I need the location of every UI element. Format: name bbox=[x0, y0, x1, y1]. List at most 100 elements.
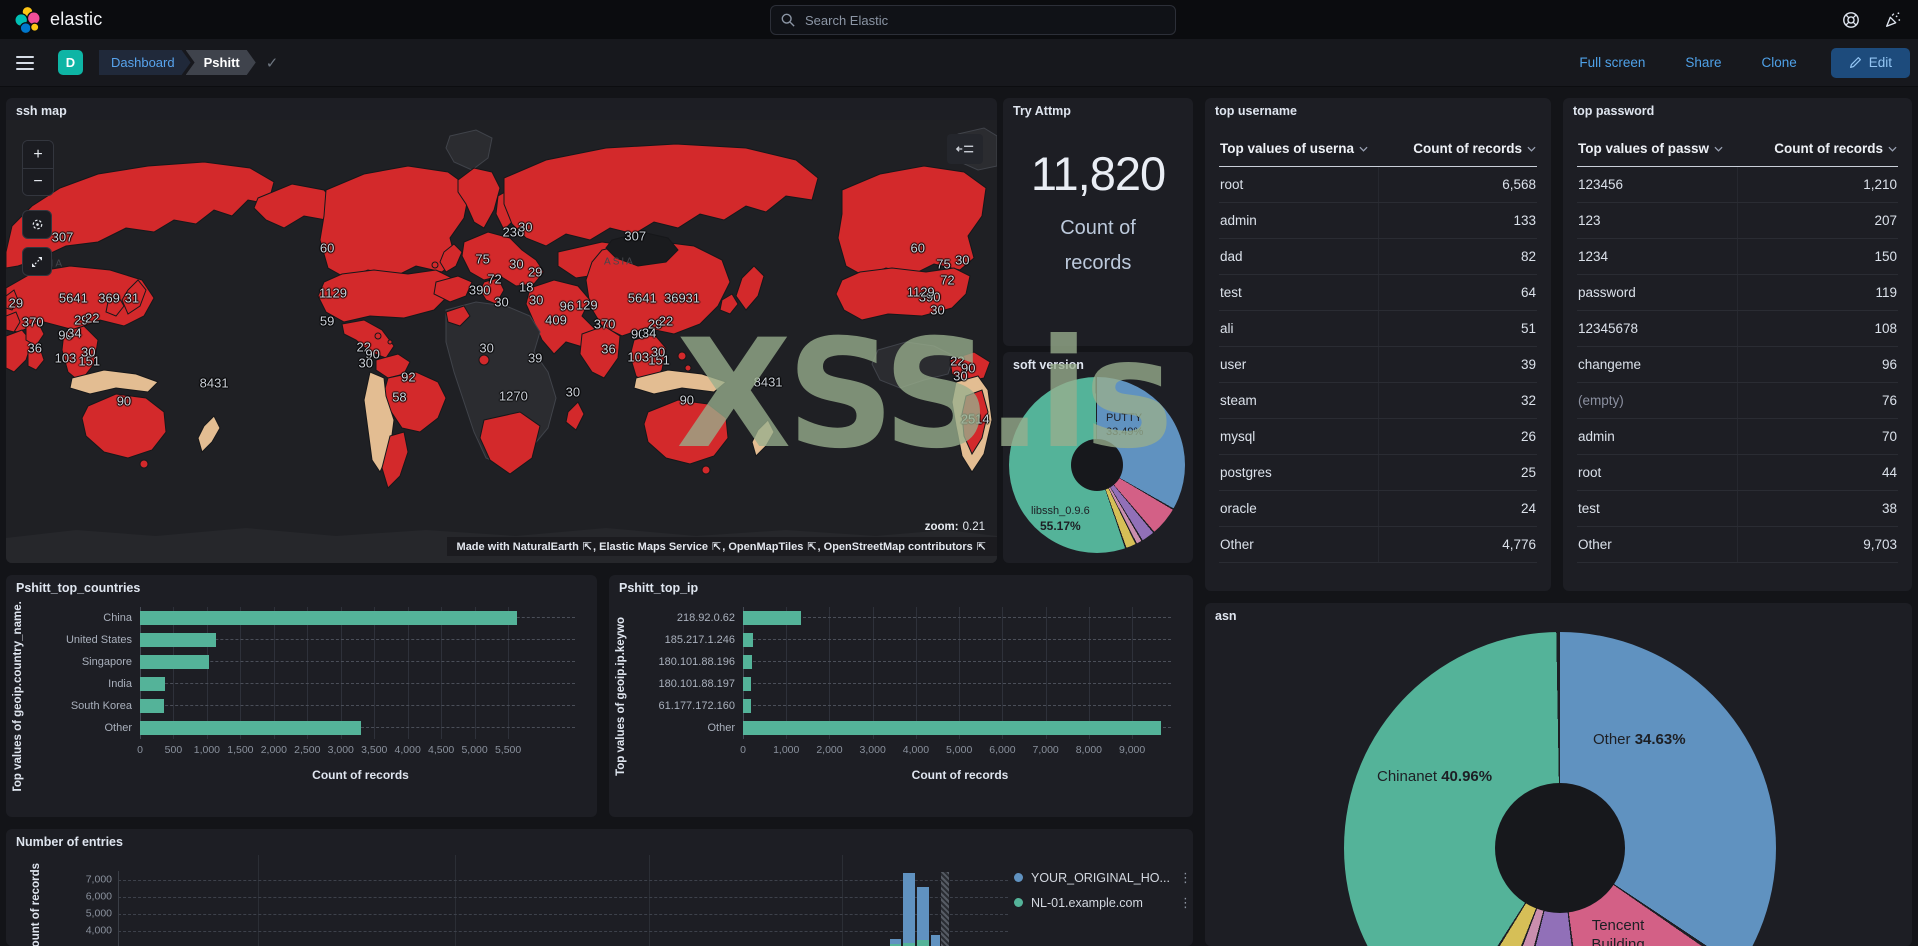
bar[interactable] bbox=[743, 611, 802, 625]
map-cluster-label[interactable]: 90 bbox=[680, 392, 694, 407]
column-header-values[interactable]: Top values of passw bbox=[1577, 130, 1738, 167]
soft-version-pie[interactable] bbox=[1009, 377, 1185, 553]
column-header-values[interactable]: Top values of userna bbox=[1219, 130, 1378, 167]
table-row[interactable]: mysql 26 bbox=[1219, 418, 1537, 455]
bar[interactable] bbox=[140, 611, 518, 625]
map-cluster-label[interactable]: 8431 bbox=[754, 374, 783, 389]
menu-icon[interactable] bbox=[16, 55, 34, 70]
table-row[interactable]: steam 32 bbox=[1219, 382, 1537, 419]
edit-button[interactable]: Edit bbox=[1830, 47, 1910, 78]
column-header-count[interactable]: Count of records bbox=[1737, 130, 1898, 167]
map-cluster-label[interactable]: 129 bbox=[576, 297, 598, 312]
bar[interactable] bbox=[140, 699, 165, 713]
map-cluster-label[interactable]: 307 bbox=[52, 229, 74, 244]
map-cluster-label[interactable]: 34 bbox=[67, 325, 81, 340]
map-cluster-label[interactable]: 5641 bbox=[59, 291, 88, 306]
time-bar[interactable] bbox=[931, 935, 940, 946]
time-bar[interactable] bbox=[890, 939, 901, 946]
map-cluster-label[interactable]: 30 bbox=[930, 303, 944, 318]
attribution-link[interactable]: OpenMapTiles bbox=[728, 541, 803, 553]
zoom-out-icon[interactable]: − bbox=[23, 168, 53, 195]
legend-item[interactable]: NL-01.example.com ⋮ bbox=[1014, 890, 1192, 915]
table-row[interactable]: user 39 bbox=[1219, 346, 1537, 383]
map-cluster-label[interactable]: 72 bbox=[940, 273, 954, 288]
map-cluster-label[interactable]: 390 bbox=[469, 283, 491, 298]
help-icon[interactable] bbox=[1842, 11, 1860, 29]
legend-menu-icon[interactable]: ⋮ bbox=[1179, 870, 1192, 886]
attribution-link[interactable]: OpenStreetMap contributors bbox=[824, 541, 973, 553]
bar[interactable] bbox=[743, 655, 752, 669]
map-cluster-label[interactable]: 58 bbox=[392, 390, 406, 405]
table-row[interactable]: Other 9,703 bbox=[1577, 526, 1898, 563]
map-cluster-label[interactable]: 1270 bbox=[499, 389, 528, 404]
map-cluster-label[interactable]: 30 bbox=[651, 344, 665, 359]
map-cluster-label[interactable]: 90 bbox=[117, 393, 131, 408]
table-row[interactable]: oracle 24 bbox=[1219, 490, 1537, 527]
asn-pie[interactable] bbox=[1344, 632, 1776, 946]
legend-item[interactable]: YOUR_ORIGINAL_HO... ⋮ bbox=[1014, 865, 1192, 890]
map-cluster-label[interactable]: 409 bbox=[545, 312, 567, 327]
table-row[interactable]: Other 4,776 bbox=[1219, 526, 1537, 563]
table-row[interactable]: root 44 bbox=[1577, 454, 1898, 491]
table-row[interactable]: ali 51 bbox=[1219, 310, 1537, 347]
map-cluster-label[interactable]: 30 bbox=[479, 340, 493, 355]
map-cluster-label[interactable]: 103 bbox=[55, 351, 77, 366]
map-cluster-label[interactable]: 39 bbox=[528, 351, 542, 366]
full-screen-button[interactable]: Full screen bbox=[1573, 54, 1651, 71]
map-cluster-label[interactable]: 34 bbox=[642, 325, 656, 340]
global-search[interactable] bbox=[770, 5, 1176, 35]
bar[interactable] bbox=[140, 633, 216, 647]
map-cluster-label[interactable]: 36 bbox=[28, 340, 42, 355]
map-cluster-label[interactable]: 31 bbox=[686, 291, 700, 306]
attribution-link[interactable]: NaturalEarth bbox=[513, 541, 579, 553]
map-cluster-label[interactable]: 370 bbox=[22, 315, 44, 330]
column-header-count[interactable]: Count of records bbox=[1378, 130, 1537, 167]
map-cluster-label[interactable]: 31 bbox=[125, 291, 139, 306]
map-cluster-label[interactable]: 59 bbox=[320, 314, 334, 329]
map-cluster-label[interactable]: 22 bbox=[85, 310, 99, 325]
map-cluster-label[interactable]: 75 bbox=[936, 257, 950, 272]
map-cluster-label[interactable]: 60 bbox=[320, 240, 334, 255]
fit-bounds-icon[interactable] bbox=[22, 247, 52, 276]
map-cluster-label[interactable]: 369 bbox=[98, 291, 120, 306]
search-input[interactable] bbox=[803, 11, 1175, 29]
map-cluster-label[interactable]: 30 bbox=[529, 293, 543, 308]
breadcrumb-current[interactable]: Pshitt bbox=[186, 50, 256, 75]
locate-icon[interactable] bbox=[22, 210, 52, 239]
table-row[interactable]: (empty) 76 bbox=[1577, 382, 1898, 419]
map-cluster-label[interactable]: 30 bbox=[494, 295, 508, 310]
bar[interactable] bbox=[140, 655, 209, 669]
table-row[interactable]: changeme 96 bbox=[1577, 346, 1898, 383]
table-row[interactable]: admin 70 bbox=[1577, 418, 1898, 455]
map-cluster-label[interactable]: 60 bbox=[910, 241, 924, 256]
table-row[interactable]: password 119 bbox=[1577, 274, 1898, 311]
time-bar[interactable] bbox=[903, 873, 915, 946]
bar[interactable] bbox=[743, 721, 1162, 735]
table-row[interactable]: 123 207 bbox=[1577, 202, 1898, 239]
newsfeed-icon[interactable] bbox=[1884, 11, 1902, 29]
table-row[interactable]: 123456 1,210 bbox=[1577, 166, 1898, 203]
table-row[interactable]: 12345678 108 bbox=[1577, 310, 1898, 347]
table-row[interactable]: 1234 150 bbox=[1577, 238, 1898, 275]
map-cluster-label[interactable]: 5641 bbox=[628, 291, 657, 306]
dashboard-badge[interactable]: D bbox=[58, 50, 83, 75]
map-cluster-label[interactable]: 75 bbox=[475, 252, 489, 267]
table-row[interactable]: dad 82 bbox=[1219, 238, 1537, 275]
map-cluster-label[interactable]: 29 bbox=[9, 295, 23, 310]
table-row[interactable]: test 38 bbox=[1577, 490, 1898, 527]
map-cluster-label[interactable]: 30 bbox=[518, 219, 532, 234]
map-cluster-label[interactable]: 30 bbox=[509, 256, 523, 271]
legend-menu-icon[interactable]: ⋮ bbox=[1179, 895, 1192, 911]
map-cluster-label[interactable]: 1129 bbox=[907, 285, 935, 300]
bar[interactable] bbox=[743, 633, 753, 647]
bar[interactable] bbox=[140, 721, 361, 735]
time-bar[interactable] bbox=[917, 887, 929, 946]
map-cluster-label[interactable]: 30 bbox=[81, 344, 95, 359]
map-cluster-label[interactable]: 1129 bbox=[319, 286, 347, 301]
bar[interactable] bbox=[743, 699, 751, 713]
map-cluster-label[interactable]: 92 bbox=[401, 370, 415, 385]
bar[interactable] bbox=[743, 677, 752, 691]
map-cluster-label[interactable]: 2514 bbox=[961, 412, 990, 427]
table-row[interactable]: admin 133 bbox=[1219, 202, 1537, 239]
map-cluster-label[interactable]: 29 bbox=[528, 264, 542, 279]
